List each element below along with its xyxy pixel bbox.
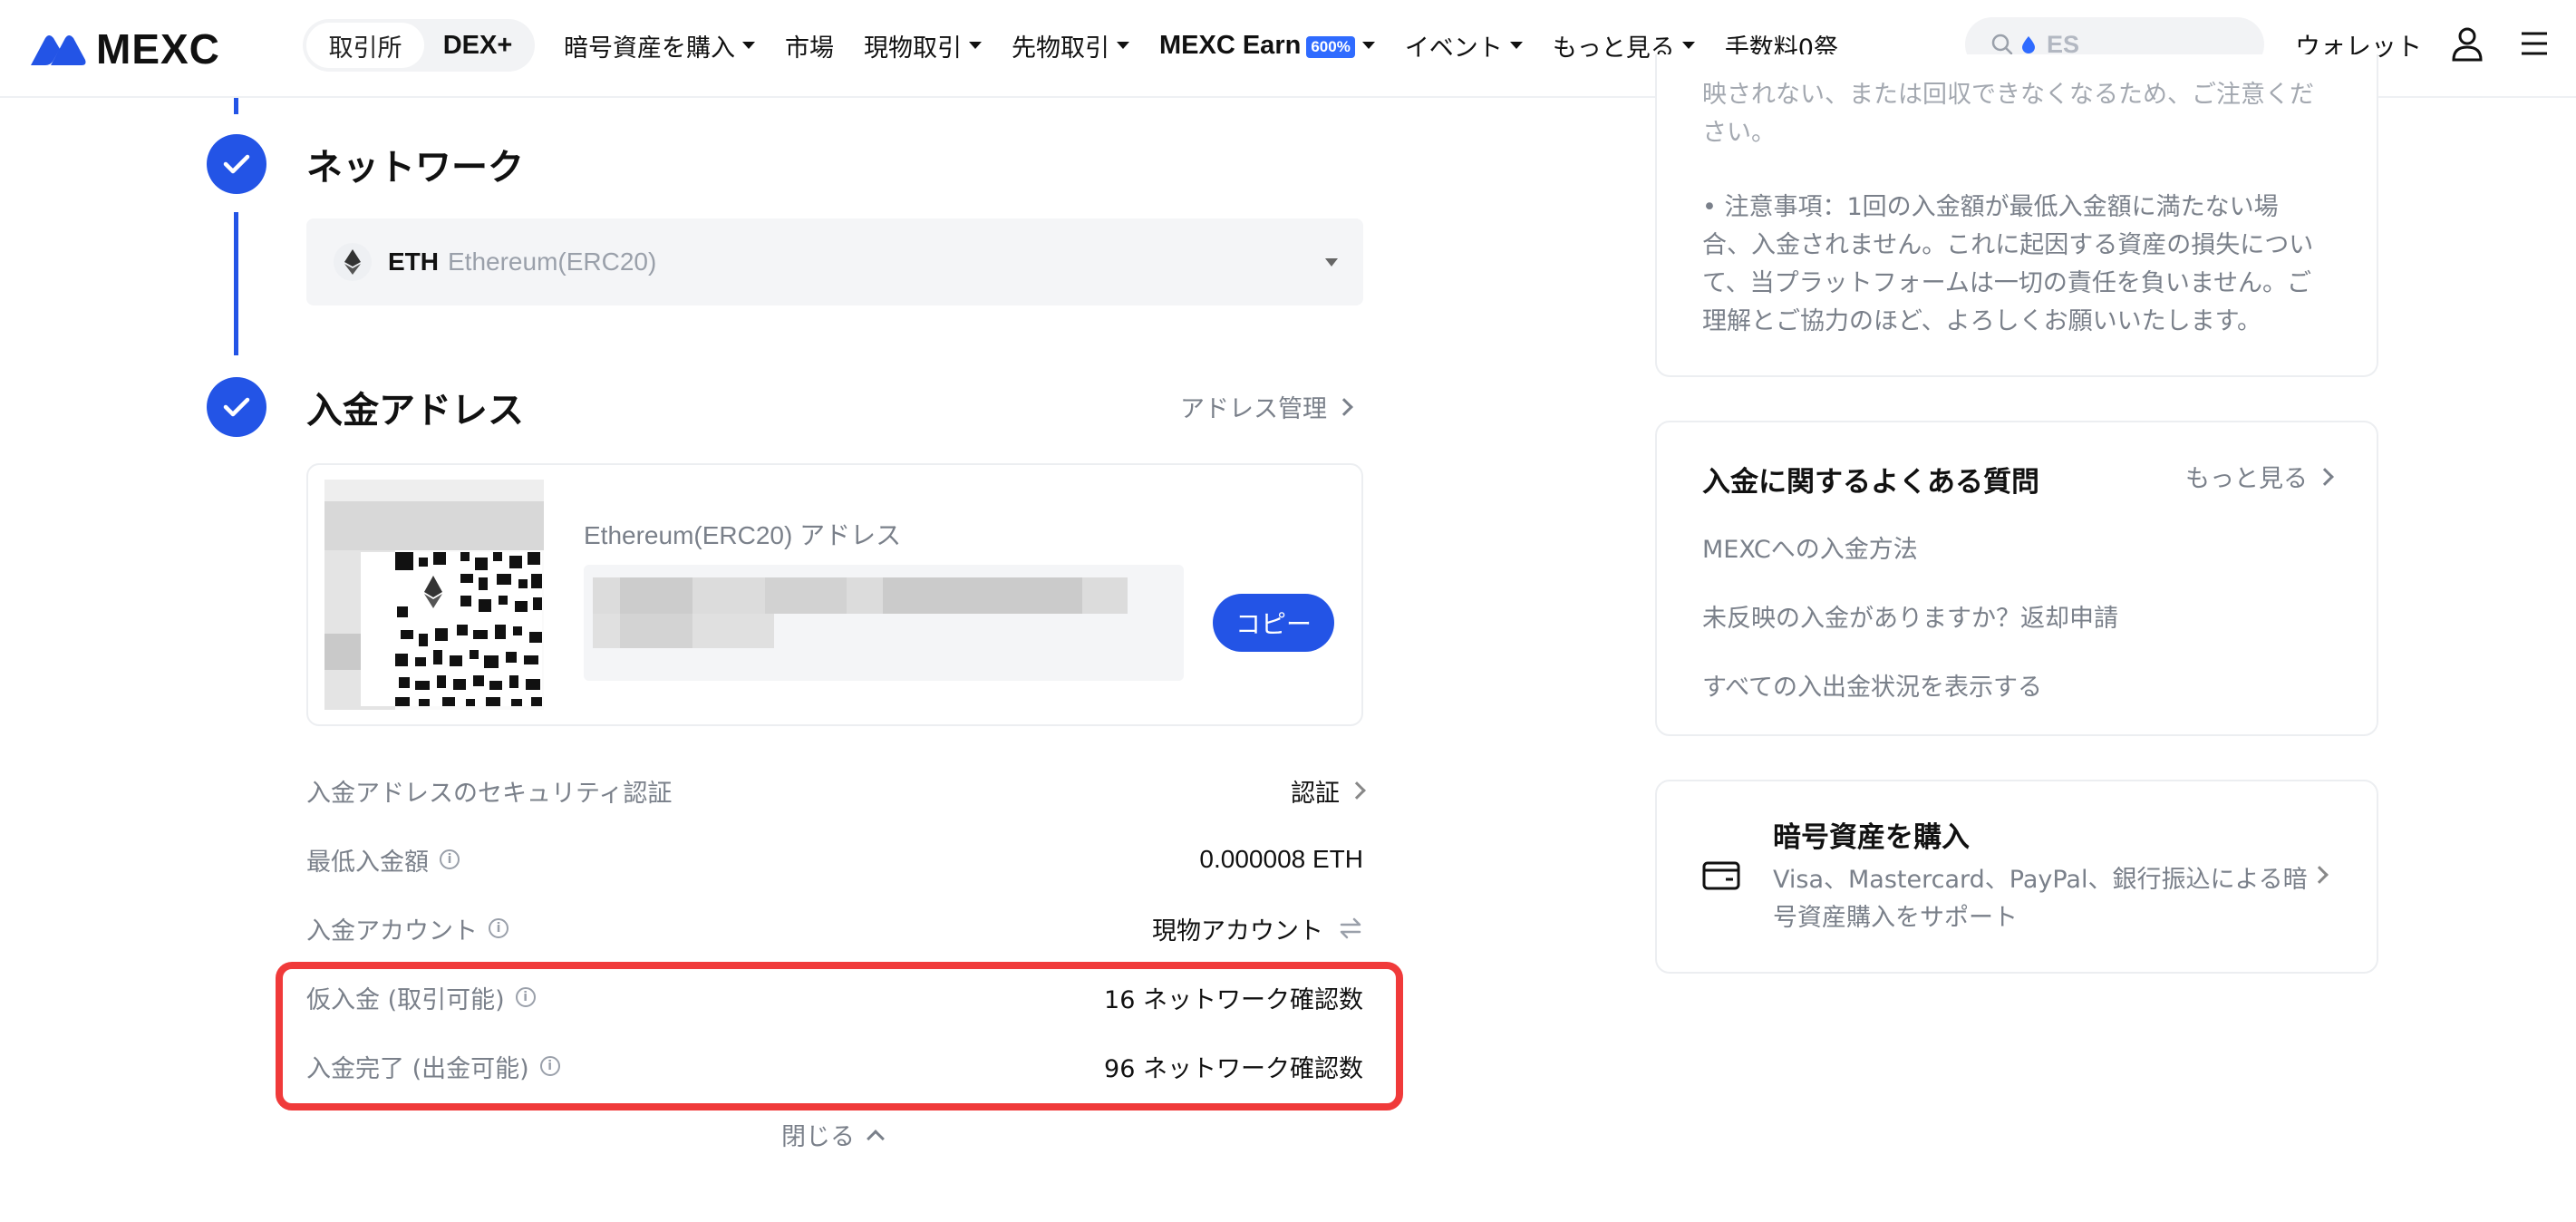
caret-down-icon	[1681, 42, 1695, 49]
nav-futures[interactable]: 先物取引	[1012, 28, 1129, 63]
nav-label: MEXC Earn	[1159, 30, 1302, 60]
qr-code	[324, 480, 544, 710]
chevron-right-icon	[2316, 467, 2334, 486]
mexc-logo[interactable]: MEXC	[29, 24, 220, 74]
buy-title: 暗号資産を購入	[1773, 821, 1970, 854]
faq-link[interactable]: 未反映の入金がありますか？返却申請	[1702, 598, 2118, 634]
exchange-toggle: 取引所 DEX+	[303, 19, 535, 72]
faq-link[interactable]: すべての入出金状況を表示する	[1702, 667, 2042, 703]
nav-markets[interactable]: 市場	[785, 28, 834, 63]
nav-spot[interactable]: 現物取引	[864, 28, 982, 63]
buy-desc-line: Visa、Mastercard、PayPal、銀行振込による暗	[1773, 866, 2308, 894]
chevron-right-icon	[1335, 397, 1353, 416]
verify-link[interactable]: 認証	[1291, 773, 1366, 809]
step-address-check-icon	[207, 377, 266, 437]
detail-key-text: 最低入金額	[306, 848, 429, 877]
notice-line: て、当プラットフォームは一切の責任を負いません。ご	[1702, 269, 2312, 297]
buy-crypto-card[interactable]: 暗号資産を購入 Visa、Mastercard、PayPal、銀行振込による暗 …	[1655, 780, 2378, 974]
notice-line: • 注意事項：1回の入金額が最低入金額に満たない場	[1702, 193, 2279, 221]
droplet-icon	[2022, 36, 2035, 53]
buy-desc-line: 号資産購入をサポート	[1773, 904, 2018, 932]
network-select[interactable]: ETH Ethereum(ERC20)	[306, 218, 1363, 306]
tab-exchange[interactable]: 取引所	[306, 23, 424, 68]
notice-card: 映されない、または回収できなくなるため、ご注意くだ さい。 • 注意事項：1回の…	[1655, 54, 2378, 377]
mexc-logo-icon	[31, 35, 86, 65]
notice-line: 合、入金されません。これに起因する資産の損失につい	[1702, 231, 2314, 259]
nav-events[interactable]: イベント	[1405, 28, 1523, 63]
deposit-address-field[interactable]	[584, 565, 1184, 681]
notice-partial-text: 映されない、または回収できなくなるため、ご注意くだ さい。	[1702, 76, 2355, 152]
nav-label: 暗号資産を購入	[564, 34, 735, 63]
tab-dex[interactable]: DEX+	[424, 23, 531, 68]
detail-value: 認証	[1291, 779, 1340, 808]
nav-earn[interactable]: MEXC Earn 600%	[1159, 31, 1375, 61]
notice-line: 理解とご協力のほど、よろしくお願いいたします。	[1702, 307, 2261, 335]
search-icon	[1991, 34, 2013, 55]
info-icon[interactable]: i	[489, 918, 508, 938]
step-network-check-icon	[207, 134, 266, 194]
address-manage-label: アドレス管理	[1180, 395, 1327, 423]
logo-text: MEXC	[96, 25, 220, 73]
buy-description: Visa、Mastercard、PayPal、銀行振込による暗 号資産購入をサポ…	[1773, 861, 2326, 937]
chevron-up-icon	[867, 1129, 885, 1148]
collapse-label: 閉じる	[781, 1123, 855, 1151]
faq-link[interactable]: MEXCへの入金方法	[1702, 529, 1918, 565]
nav-label: 現物取引	[864, 34, 962, 63]
caret-down-icon	[1325, 258, 1338, 267]
deposit-account-row: 入金アカウント i 現物アカウント	[306, 910, 1363, 946]
blurred-address	[584, 565, 1184, 681]
detail-key-text: 入金アドレスのセキュリティ認証	[306, 779, 673, 808]
step-address-title: 入金アドレス	[306, 390, 524, 432]
copy-button[interactable]: コピー	[1213, 594, 1334, 652]
nav-label: 市場	[785, 34, 834, 63]
eth-icon	[334, 243, 372, 281]
wallet-icon	[1702, 861, 1740, 890]
detail-key-text: 入金アカウント	[306, 916, 478, 946]
step-connector	[234, 98, 238, 114]
address-manage-link[interactable]: アドレス管理	[1180, 389, 1353, 424]
notice-item: • 注意事項：1回の入金額が最低入金額に満たない場 合、入金されません。これに起…	[1702, 189, 2355, 341]
nav-label: 先物取引	[1012, 34, 1109, 63]
hamburger-menu-icon[interactable]	[2520, 31, 2549, 56]
deposit-address-card: Ethereum(ERC20) アドレス コピー	[306, 463, 1363, 726]
chevron-right-icon	[1348, 781, 1366, 800]
deposit-account-value[interactable]: 現物アカウント	[1152, 911, 1363, 946]
detail-key: 最低入金額 i	[306, 842, 460, 878]
step-network-title: ネットワーク	[306, 147, 524, 189]
caret-down-icon	[1117, 42, 1129, 49]
detail-value: 現物アカウント	[1152, 916, 1323, 946]
caret-down-icon	[969, 42, 982, 49]
nav-label: イベント	[1404, 34, 1503, 63]
info-icon[interactable]: i	[440, 849, 460, 869]
caret-down-icon	[1509, 42, 1523, 49]
user-icon[interactable]	[2451, 25, 2484, 62]
caret-down-icon	[1361, 42, 1375, 49]
earn-badge: 600%	[1306, 36, 1355, 58]
collapse-link[interactable]: 閉じる	[781, 1117, 885, 1152]
nav-buy-crypto[interactable]: 暗号資産を購入	[564, 28, 755, 63]
confirmation-highlight-box	[276, 962, 1403, 1110]
faq-title: 入金に関するよくある質問	[1702, 466, 2039, 499]
min-deposit-row: 最低入金額 i 0.000008 ETH	[306, 841, 1363, 878]
security-verify-row: 入金アドレスのセキュリティ認証 認証	[306, 772, 1366, 809]
faq-more-label: もっと見る	[2185, 465, 2308, 493]
detail-key: 入金アドレスのセキュリティ認証	[306, 773, 672, 809]
address-label: Ethereum(ERC20) アドレス	[584, 521, 902, 549]
notice-line: さい。	[1702, 119, 1776, 147]
notice-line: 映されない、または回収できなくなるため、ご注意くだ	[1702, 81, 2314, 109]
detail-key: 入金アカウント i	[306, 911, 508, 946]
step-connector	[234, 212, 238, 355]
faq-card: 入金に関するよくある質問 もっと見る MEXCへの入金方法 未反映の入金がありま…	[1655, 421, 2378, 736]
faq-more-link[interactable]: もっと見る	[2185, 459, 2334, 494]
caret-down-icon	[742, 42, 755, 49]
network-code: ETH	[388, 247, 439, 276]
swap-icon	[1340, 917, 1361, 939]
detail-value: 0.000008 ETH	[1199, 845, 1363, 873]
network-name: Ethereum(ERC20)	[448, 247, 657, 276]
